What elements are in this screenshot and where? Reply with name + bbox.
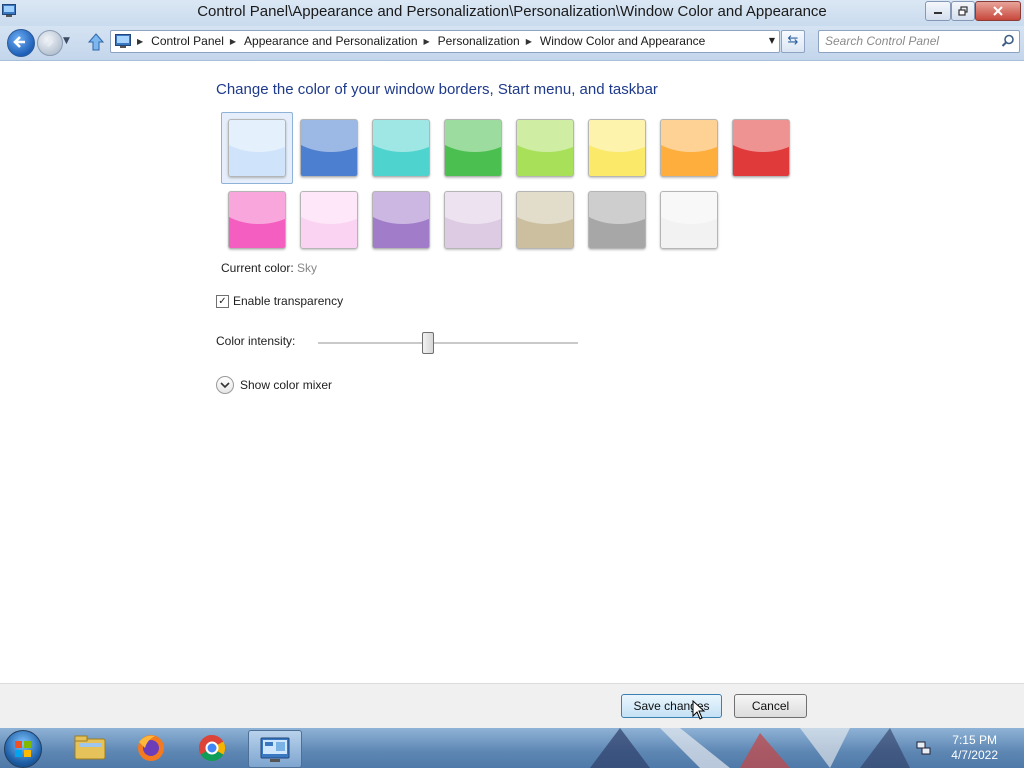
color-swatch-fill[interactable]: [372, 119, 430, 177]
search-input[interactable]: [825, 34, 995, 48]
control-panel-icon: [260, 737, 290, 762]
start-button[interactable]: [4, 730, 42, 768]
color-swatch-fill[interactable]: [444, 119, 502, 177]
color-swatch[interactable]: [365, 112, 437, 184]
chevron-down-icon: ▼: [63, 36, 70, 46]
windows-logo-icon: [15, 741, 31, 757]
mouse-cursor-icon: [692, 700, 706, 720]
recent-pages-dropdown[interactable]: ▼: [63, 36, 70, 46]
taskbar-chrome[interactable]: [186, 730, 238, 766]
firefox-icon: [138, 735, 164, 761]
breadcrumb-separator-icon[interactable]: ▶: [230, 37, 236, 46]
taskbar-explorer[interactable]: [64, 730, 116, 766]
chrome-icon: [198, 734, 226, 762]
color-swatch[interactable]: [581, 112, 653, 184]
breadcrumb-appearance[interactable]: Appearance and Personalization: [244, 34, 417, 48]
refresh-icon: ⇆: [787, 33, 799, 48]
page-title: Change the color of your window borders,…: [216, 81, 658, 98]
color-swatch-fill[interactable]: [444, 191, 502, 249]
forward-arrow-icon: [44, 37, 54, 47]
minimize-button[interactable]: [925, 1, 951, 21]
color-swatch[interactable]: [653, 112, 725, 184]
breadcrumb-separator-icon[interactable]: ▶: [526, 37, 532, 46]
color-swatch-fill[interactable]: [228, 191, 286, 249]
color-swatch-fill[interactable]: [588, 119, 646, 177]
breadcrumb-separator-icon[interactable]: ▶: [137, 37, 143, 46]
chevron-down-icon[interactable]: [216, 376, 234, 394]
color-swatch-fill[interactable]: [516, 191, 574, 249]
breadcrumb: ▶ Control Panel ▶ Appearance and Persona…: [115, 34, 705, 48]
clock-date: 4/7/2022: [951, 748, 998, 762]
checkbox-icon[interactable]: ✓: [216, 294, 229, 308]
show-color-mixer-toggle[interactable]: Show color mixer: [216, 376, 332, 394]
color-swatch[interactable]: [293, 112, 365, 184]
color-swatch-fill[interactable]: [660, 119, 718, 177]
window-title: Control Panel\Appearance and Personaliza…: [197, 3, 827, 20]
address-bar[interactable]: ▶ Control Panel ▶ Appearance and Persona…: [110, 30, 780, 53]
button-bar: Save changes Cancel: [0, 683, 1024, 729]
color-swatch[interactable]: [509, 112, 581, 184]
slider-thumb[interactable]: [422, 332, 435, 354]
color-swatch[interactable]: [437, 112, 509, 184]
back-button[interactable]: [7, 29, 35, 57]
navigation-bar: ▼ ▶ Control Panel ▶ Appearance and Perso…: [0, 26, 1024, 61]
color-swatch[interactable]: [221, 184, 293, 256]
color-swatch-fill[interactable]: [516, 119, 574, 177]
color-swatch[interactable]: [725, 112, 797, 184]
breadcrumb-control-panel[interactable]: Control Panel: [151, 34, 224, 48]
taskbar: 7:15 PM 4/7/2022: [0, 728, 1024, 768]
close-icon: [993, 6, 1003, 16]
breadcrumb-window-color[interactable]: Window Color and Appearance: [540, 34, 705, 48]
breadcrumb-personalization[interactable]: Personalization: [438, 34, 520, 48]
show-color-mixer-label[interactable]: Show color mixer: [240, 378, 332, 392]
current-color-value: Sky: [297, 261, 318, 275]
main-content: Change the color of your window borders,…: [0, 61, 1024, 683]
restore-icon: [958, 6, 968, 16]
color-swatch-fill[interactable]: [660, 191, 718, 249]
refresh-button[interactable]: ⇆: [781, 30, 805, 53]
color-swatch-fill[interactable]: [732, 119, 790, 177]
color-swatch-fill[interactable]: [228, 119, 286, 177]
restore-button[interactable]: [951, 1, 975, 21]
windows-explorer-icon: [74, 735, 106, 760]
chevron-down-icon[interactable]: ▼: [769, 36, 775, 45]
save-changes-button[interactable]: Save changes: [621, 694, 722, 718]
enable-transparency-checkbox[interactable]: ✓ Enable transparency: [216, 294, 343, 308]
current-color: Current color: Sky: [221, 261, 317, 275]
color-intensity-label: Color intensity:: [216, 334, 296, 348]
color-swatch[interactable]: [293, 184, 365, 256]
minimize-icon: [934, 12, 942, 14]
close-button[interactable]: [975, 1, 1021, 21]
color-swatch[interactable]: [437, 184, 509, 256]
color-swatch[interactable]: [365, 184, 437, 256]
color-swatch[interactable]: [581, 184, 653, 256]
forward-button[interactable]: [37, 30, 63, 56]
color-swatch-fill[interactable]: [372, 191, 430, 249]
back-arrow-icon: [13, 36, 25, 48]
color-swatch-fill[interactable]: [300, 191, 358, 249]
search-box[interactable]: [818, 30, 1020, 53]
network-icon[interactable]: [916, 740, 932, 756]
control-panel-icon: [115, 34, 131, 48]
taskbar-control-panel[interactable]: [248, 730, 302, 768]
cancel-button[interactable]: Cancel: [734, 694, 807, 718]
enable-transparency-label[interactable]: Enable transparency: [233, 294, 343, 308]
system-clock[interactable]: 7:15 PM 4/7/2022: [951, 733, 998, 763]
color-swatch[interactable]: [653, 184, 725, 256]
color-swatch-fill[interactable]: [300, 119, 358, 177]
search-icon[interactable]: [1001, 34, 1015, 48]
color-swatch-fill[interactable]: [588, 191, 646, 249]
color-swatch[interactable]: [221, 112, 293, 184]
color-swatch[interactable]: [509, 184, 581, 256]
current-color-label: Current color:: [221, 261, 294, 275]
title-bar: Control Panel\Appearance and Personaliza…: [0, 0, 1024, 26]
breadcrumb-separator-icon[interactable]: ▶: [424, 37, 430, 46]
taskbar-firefox[interactable]: [125, 730, 177, 766]
clock-time: 7:15 PM: [952, 733, 997, 747]
up-arrow-icon[interactable]: [86, 32, 106, 52]
color-intensity-slider[interactable]: [318, 332, 578, 354]
